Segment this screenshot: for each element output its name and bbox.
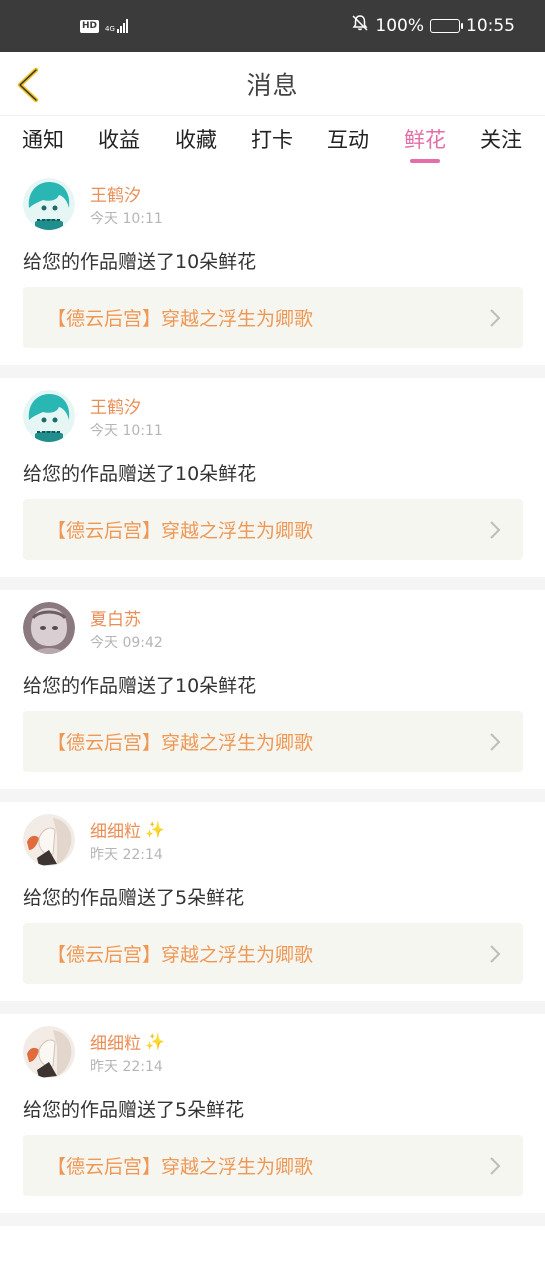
title-bar: 消息 — [0, 52, 545, 116]
chevron-right-icon — [490, 521, 501, 539]
divider — [0, 789, 545, 802]
work-link[interactable]: 【德云后宫】穿越之浮生为卿歌 — [23, 711, 523, 772]
list-item: 夏白苏 今天 09:42 给您的作品赠送了10朵鲜花 【德云后宫】穿越之浮生为卿… — [0, 590, 545, 802]
tab-notifications[interactable]: 通知 — [22, 124, 64, 154]
timestamp: 昨天 22:14 — [90, 1059, 163, 1075]
clock: 10:55 — [466, 15, 515, 36]
user-name[interactable]: 细细粒 — [90, 817, 141, 842]
status-left: HD 4G — [80, 19, 128, 33]
sparkle-icon: ✨ — [145, 820, 165, 839]
network-type: 4G — [105, 25, 115, 33]
list-item: 细细粒 ✨ 昨天 22:14 给您的作品赠送了5朵鲜花 【德云后宫】穿越之浮生为… — [0, 1014, 545, 1226]
tab-following[interactable]: 关注 — [480, 124, 522, 154]
user-name[interactable]: 夏白苏 — [90, 605, 141, 630]
tab-interactions[interactable]: 互动 — [327, 124, 369, 154]
work-link[interactable]: 【德云后宫】穿越之浮生为卿歌 — [23, 499, 523, 560]
avatar[interactable] — [23, 178, 75, 230]
battery-charging-icon — [430, 18, 463, 33]
page-title: 消息 — [246, 70, 299, 100]
message-text: 给您的作品赠送了10朵鲜花 — [23, 463, 257, 485]
message-text: 给您的作品赠送了10朵鲜花 — [23, 675, 257, 697]
message-text: 给您的作品赠送了5朵鲜花 — [23, 887, 245, 909]
list-item: 细细粒 ✨ 昨天 22:14 给您的作品赠送了5朵鲜花 【德云后宫】穿越之浮生为… — [0, 802, 545, 1014]
tab-flowers[interactable]: 鲜花 — [404, 124, 446, 154]
work-title: 【德云后宫】穿越之浮生为卿歌 — [47, 520, 314, 542]
avatar[interactable] — [23, 1026, 75, 1078]
chevron-right-icon — [490, 309, 501, 327]
list-item: 王鹤汐 今天 10:11 给您的作品赠送了10朵鲜花 【德云后宫】穿越之浮生为卿… — [0, 166, 545, 378]
message-list: 王鹤汐 今天 10:11 给您的作品赠送了10朵鲜花 【德云后宫】穿越之浮生为卿… — [0, 166, 545, 1226]
tab-bar: 通知 收益 收藏 打卡 互动 鲜花 关注 — [0, 116, 545, 166]
message-text: 给您的作品赠送了5朵鲜花 — [23, 1099, 245, 1121]
status-bar: HD 4G 100% 10:55 — [0, 0, 545, 52]
work-title: 【德云后宫】穿越之浮生为卿歌 — [47, 944, 314, 966]
avatar[interactable] — [23, 390, 75, 442]
user-name[interactable]: 王鹤汐 — [90, 181, 141, 206]
list-item: 王鹤汐 今天 10:11 给您的作品赠送了10朵鲜花 【德云后宫】穿越之浮生为卿… — [0, 378, 545, 590]
work-link[interactable]: 【德云后宫】穿越之浮生为卿歌 — [23, 1135, 523, 1196]
work-link[interactable]: 【德云后宫】穿越之浮生为卿歌 — [23, 287, 523, 348]
bell-off-icon — [351, 14, 369, 37]
work-title: 【德云后宫】穿越之浮生为卿歌 — [47, 308, 314, 330]
sparkle-icon: ✨ — [145, 1032, 165, 1051]
timestamp: 今天 10:11 — [90, 423, 163, 439]
divider — [0, 1001, 545, 1014]
status-right: 100% 10:55 — [351, 14, 515, 37]
chevron-left-icon — [17, 67, 39, 103]
chevron-right-icon — [490, 733, 501, 751]
tab-earnings[interactable]: 收益 — [98, 124, 140, 154]
battery-percent: 100% — [375, 15, 424, 36]
chevron-right-icon — [490, 945, 501, 963]
chevron-right-icon — [490, 1157, 501, 1175]
user-name[interactable]: 王鹤汐 — [90, 393, 141, 418]
work-link[interactable]: 【德云后宫】穿越之浮生为卿歌 — [23, 923, 523, 984]
divider — [0, 365, 545, 378]
user-name[interactable]: 细细粒 — [90, 1029, 141, 1054]
work-title: 【德云后宫】穿越之浮生为卿歌 — [47, 1156, 314, 1178]
divider — [0, 577, 545, 590]
divider — [0, 1213, 545, 1226]
timestamp: 昨天 22:14 — [90, 847, 163, 863]
tab-checkin[interactable]: 打卡 — [251, 124, 293, 154]
timestamp: 今天 09:42 — [90, 635, 163, 651]
signal-icon: 4G — [105, 19, 128, 33]
back-button[interactable] — [14, 66, 44, 104]
avatar[interactable] — [23, 602, 75, 654]
avatar[interactable] — [23, 814, 75, 866]
tab-favorites[interactable]: 收藏 — [175, 124, 217, 154]
timestamp: 今天 10:11 — [90, 211, 163, 227]
message-text: 给您的作品赠送了10朵鲜花 — [23, 251, 257, 273]
active-tab-indicator — [410, 159, 440, 163]
work-title: 【德云后宫】穿越之浮生为卿歌 — [47, 732, 314, 754]
hd-icon: HD — [80, 19, 100, 33]
